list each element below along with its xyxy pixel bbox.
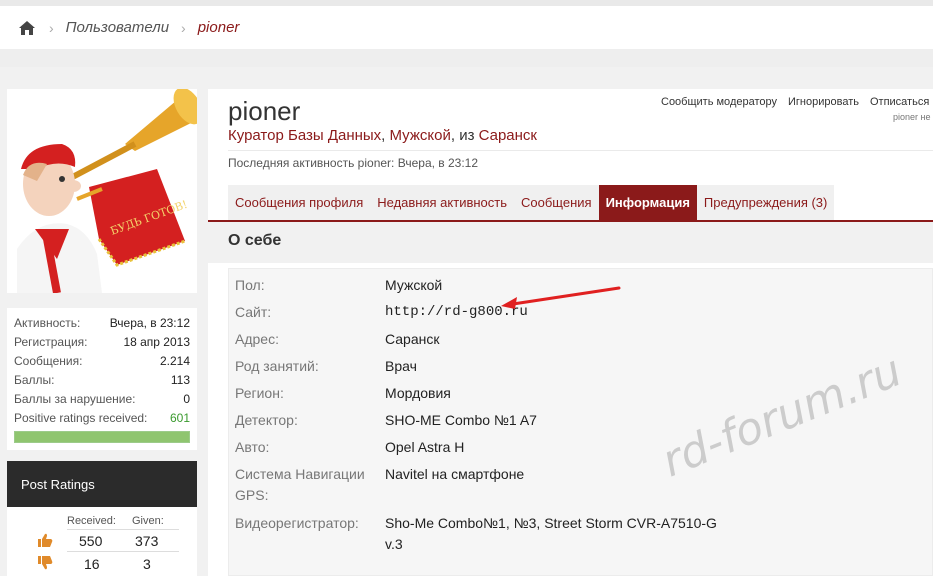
- profile-tabs: Сообщения профиля Недавняя активность Со…: [228, 185, 835, 220]
- stat-label: Баллы:: [14, 373, 55, 387]
- positive-ratings-bar-fill: [15, 432, 189, 442]
- field-label: Детектор:: [235, 412, 298, 428]
- field-value: Мордовия: [385, 385, 451, 401]
- profile-username: pioner: [228, 96, 301, 126]
- field-label: Регион:: [235, 385, 284, 401]
- chevron-right-icon: ›: [181, 19, 186, 36]
- user-title: Куратор Базы Данных: [228, 127, 382, 144]
- stat-registration: Регистрация: 18 апр 2013: [14, 333, 190, 352]
- last-activity-label: Последняя активность pioner:: [228, 156, 395, 170]
- post-ratings-panel: Received: Given: 550 373 16 3: [7, 507, 197, 576]
- given-dislikes[interactable]: 3: [143, 556, 151, 572]
- stat-label: Активность:: [14, 316, 81, 330]
- field-value: Sho-Me Combo№1, №3, Street Storm CVR-A75…: [385, 515, 717, 552]
- field-label: Система Навигации GPS:: [235, 466, 365, 503]
- stat-messages: Сообщения: 2.214: [14, 352, 190, 371]
- stat-value: 601: [169, 411, 190, 425]
- report-button[interactable]: Сообщить модератору: [661, 96, 777, 108]
- home-icon[interactable]: [19, 20, 35, 35]
- breadcrumb-users[interactable]: Пользователи: [66, 19, 169, 36]
- user-stats: Активность: Вчера, в 23:12 Регистрация: 18…: [7, 308, 197, 450]
- last-activity-value: Вчера, в 23:12: [397, 156, 479, 170]
- ignore-button[interactable]: Игнорировать: [788, 96, 859, 108]
- stat-label: Positive ratings received:: [14, 411, 148, 425]
- header-stripe: [0, 49, 933, 67]
- stat-label: Регистрация:: [14, 335, 88, 349]
- stat-value[interactable]: 113: [171, 371, 190, 390]
- field-label: Пол:: [235, 277, 265, 293]
- received-likes[interactable]: 550: [79, 533, 102, 549]
- last-activity: Последняя активность pioner: Вчера, в 23…: [228, 156, 478, 170]
- tab-profile-posts[interactable]: Сообщения профиля: [228, 185, 371, 220]
- chevron-right-icon: ›: [49, 19, 54, 36]
- field-label: Адрес:: [235, 331, 279, 347]
- unfollow-button[interactable]: Отписаться: [870, 96, 929, 108]
- stat-value: 0: [183, 392, 190, 406]
- field-value: Врач: [385, 358, 417, 374]
- tab-warnings[interactable]: Предупреждения (3): [696, 185, 835, 220]
- field-label: Род занятий:: [235, 358, 319, 374]
- user-location[interactable]: Саранск: [479, 127, 537, 144]
- field-value: Navitel на смартфоне: [385, 466, 525, 482]
- annotation-arrow-icon: [501, 286, 621, 309]
- about-title: О себе: [208, 222, 933, 263]
- tab-information[interactable]: Информация: [598, 185, 697, 220]
- thumbs-up-icon: [38, 533, 53, 547]
- given-header: Given:: [132, 515, 164, 527]
- stat-points: Баллы: 113: [14, 371, 190, 390]
- stat-activity: Активность: Вчера, в 23:12: [14, 314, 190, 333]
- field-value: Мужской: [385, 277, 443, 293]
- tab-recent-activity[interactable]: Недавняя активность: [370, 185, 514, 220]
- positive-ratings-bar: [14, 431, 190, 443]
- field-label: Сайт:: [235, 304, 272, 320]
- tab-messages[interactable]: Сообщения: [514, 185, 599, 220]
- stat-value: 18 апр 2013: [123, 335, 190, 349]
- follow-note: pioner не: [893, 112, 931, 122]
- stat-value: Вчера, в 23:12: [109, 316, 190, 330]
- avatar[interactable]: БУДЬ ГОТОВ!: [7, 87, 203, 294]
- breadcrumb-current[interactable]: pioner: [198, 19, 240, 36]
- location-prefix: из: [459, 127, 475, 144]
- received-header: Received:: [67, 515, 116, 527]
- post-ratings-title: Post Ratings: [7, 461, 197, 507]
- profile-subtitle: Куратор Базы Данных, Мужской, из Саранск: [228, 127, 537, 144]
- field-label: Видеорегистратор:: [235, 515, 359, 531]
- divider: [67, 551, 179, 552]
- field-label: Авто:: [235, 439, 270, 455]
- thumbs-down-icon: [38, 556, 53, 570]
- stat-positive-ratings: Positive ratings received: 601: [14, 409, 190, 428]
- received-dislikes[interactable]: 16: [84, 556, 100, 572]
- stat-label: Баллы за нарушение:: [14, 392, 136, 406]
- breadcrumb: › Пользователи › pioner: [0, 6, 933, 49]
- field-value: SHO-ME Combo №1 A7: [385, 412, 537, 428]
- stat-violation-points: Баллы за нарушение: 0: [14, 390, 190, 409]
- avatar-image: БУДЬ ГОТОВ!: [17, 87, 203, 294]
- given-likes[interactable]: 373: [135, 533, 158, 549]
- divider: [67, 529, 179, 530]
- stat-label: Сообщения:: [14, 354, 83, 368]
- stat-value[interactable]: 2.214: [160, 352, 190, 371]
- divider: [228, 150, 933, 151]
- field-value: Opel Astra H: [385, 439, 465, 455]
- profile-actions: Сообщить модератору Игнорировать Отписат…: [661, 96, 929, 108]
- user-gender: Мужской: [389, 127, 451, 144]
- field-value: Саранск: [385, 331, 440, 347]
